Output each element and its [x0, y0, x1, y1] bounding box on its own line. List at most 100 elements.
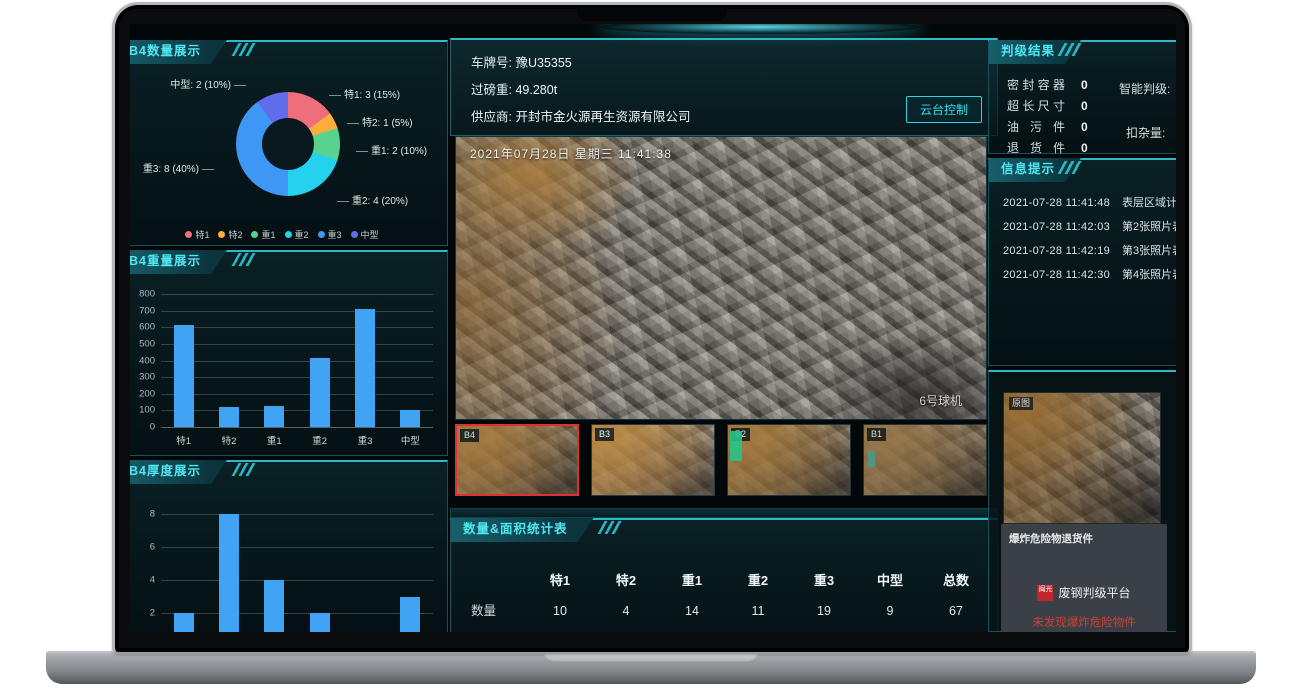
- gridline: [161, 410, 433, 411]
- donut-label-中型: 中型: 2 (10%): [170, 76, 246, 91]
- weigh-label: 过磅重:: [471, 83, 512, 97]
- legend-dot-icon: [285, 231, 292, 238]
- legend-dot-icon: [318, 231, 325, 238]
- stats-table-panel: 数量&面积统计表 特1特2重1重2重3中型总数数量104141119967面积—…: [450, 518, 998, 632]
- table-header-cell: 重2: [725, 566, 791, 596]
- laptop-base: [46, 651, 1256, 684]
- supplier-line: 供应商: 开封市金火源再生资源有限公司: [471, 106, 690, 125]
- thumbnail-label: B4: [460, 429, 479, 442]
- legend-item-重1[interactable]: 重1: [251, 228, 275, 241]
- smart-grade-label: 智能判级:: [1119, 80, 1170, 97]
- legend-dot-icon: [351, 231, 358, 238]
- laptop-camera-notch: [577, 8, 727, 21]
- legend-item-特1[interactable]: 特1: [185, 228, 209, 241]
- y-axis-tick-label: 500: [130, 338, 155, 349]
- y-axis-tick-label: 300: [130, 372, 155, 383]
- grading-row-退货件: 退货件0: [1007, 139, 1088, 156]
- donut-label-特2: 特2: 1 (5%): [347, 114, 413, 129]
- table-cell: ——: [527, 626, 593, 632]
- y-axis-tick-label: 400: [130, 355, 155, 366]
- log-timestamp: 2021-07-28 11:41:48: [1003, 197, 1110, 209]
- log-line: 2021-07-28 11:42:03第2张照片表层开始: [1003, 218, 1176, 234]
- table-cell: ——: [923, 626, 989, 632]
- weigh-value: 49.280t: [515, 83, 557, 97]
- impurity-deduction-label: 扣杂量:: [1126, 124, 1165, 141]
- legend-label: 重3: [328, 228, 342, 241]
- legend-item-特2[interactable]: 特2: [218, 228, 242, 241]
- log-message: 第3张照片表层开始: [1122, 245, 1176, 257]
- camera-name-overlay: 6号球机: [919, 392, 962, 409]
- message-log-list: 2021-07-28 11:41:48表层区域计算成功2021-07-28 11…: [1003, 194, 1176, 282]
- gridline: [161, 327, 433, 328]
- y-axis-tick-label: 700: [130, 305, 155, 316]
- vehicle-info-panel: 车牌号: 豫U35355 过磅重: 49.280t 供应商: 开封市金火源再生资…: [450, 38, 998, 136]
- grading-row-油污件: 油污件0: [1007, 118, 1088, 135]
- legend-dot-icon: [185, 231, 192, 238]
- table-cell: ——: [791, 626, 857, 632]
- table-row-label: 数量: [463, 596, 527, 626]
- x-axis-category-label: 特1: [176, 433, 191, 447]
- thickness-bar-chart: 2468: [130, 462, 447, 632]
- y-axis-tick-label: 600: [130, 322, 155, 333]
- legend-item-重3[interactable]: 重3: [318, 228, 342, 241]
- table-cell: ——: [857, 626, 923, 632]
- section-divider: [450, 508, 998, 518]
- x-axis-category-label: 重1: [267, 433, 282, 447]
- thumbnail-marker: [868, 451, 875, 467]
- log-line: 2021-07-28 11:41:48表层区域计算成功: [1003, 194, 1176, 210]
- brand-platform-name: 废钢判级平台: [1058, 584, 1130, 601]
- table-cell: ——: [659, 626, 725, 632]
- weight-bar-chart: 0100200300400500600700800特1特2重1重2重3中型: [130, 252, 447, 455]
- log-message: 第2张照片表层开始: [1122, 221, 1176, 233]
- stats-table: 特1特2重1重2重3中型总数数量104141119967面积——————————…: [463, 566, 989, 632]
- bar-重1: [264, 406, 284, 427]
- grading-results-panel: 判级结果 密封容器0超长尺寸0油污件0退货件0 智能判级: 扣杂量:: [988, 40, 1176, 154]
- gridline: [161, 361, 433, 362]
- brand-logo-icon: 闽光: [1037, 585, 1053, 601]
- bar-特1: [174, 325, 194, 427]
- table-cell: 14: [659, 596, 725, 626]
- supplier-label: 供应商:: [471, 110, 512, 124]
- thumbnail-marker: [730, 431, 742, 461]
- y-axis-tick-label: 800: [130, 289, 155, 300]
- grading-value: 0: [1081, 120, 1088, 134]
- donut-label-重2: 重2: 4 (20%): [337, 192, 408, 207]
- legend-label: 重1: [261, 228, 275, 241]
- legend-dot-icon: [218, 231, 225, 238]
- table-header-cell: 重1: [659, 566, 725, 596]
- log-timestamp: 2021-07-28 11:42:30: [1003, 269, 1110, 281]
- log-message: 第4张照片表层开始: [1122, 269, 1176, 281]
- panel-header-decoration-icon: [598, 521, 625, 534]
- ptz-control-button[interactable]: 云台控制: [906, 96, 982, 123]
- thumbnail-B2[interactable]: B2: [727, 424, 851, 496]
- thumbnail-B3[interactable]: B3: [591, 424, 715, 496]
- legend-label: 重2: [295, 228, 309, 241]
- danger-check-header: 爆炸危险物退货件: [1009, 531, 1093, 546]
- legend-item-中型[interactable]: 中型: [351, 228, 379, 241]
- danger-check-box: 爆炸危险物退货件 闽光 废钢判级平台 未发现爆炸危险物件: [1001, 524, 1167, 632]
- x-axis-category-label: 重2: [312, 433, 327, 447]
- bar-重2: [310, 358, 330, 427]
- table-header-cell: [463, 566, 527, 596]
- table-row-label: 面积: [463, 626, 527, 632]
- donut-legend: 特1 特2 重1 重2 重3 中型: [130, 228, 447, 241]
- log-line: 2021-07-28 11:42:30 第4张照片表层开始: [1003, 266, 1176, 282]
- donut-hole: [262, 118, 314, 170]
- weight-panel: B4重量展示 0100200300400500600700800特1特2重1重2…: [130, 250, 448, 456]
- table-header-cell: 中型: [857, 566, 923, 596]
- legend-label: 特1: [195, 228, 209, 241]
- table-cell: 11: [725, 596, 791, 626]
- table-cell: 10: [527, 596, 593, 626]
- thumbnail-B1[interactable]: B1: [863, 424, 987, 496]
- review-panel: 原图 爆炸危险物退货件 闽光 废钢判级平台 未发现爆炸危险物件: [988, 370, 1176, 632]
- legend-label: 特2: [228, 228, 242, 241]
- y-axis-tick-label: 2: [130, 608, 155, 619]
- legend-item-重2[interactable]: 重2: [285, 228, 309, 241]
- log-timestamp: 2021-07-28 11:42:19: [1003, 245, 1110, 257]
- table-header-cell: 特1: [527, 566, 593, 596]
- thumbnail-B4[interactable]: B4: [455, 424, 579, 496]
- legend-dot-icon: [251, 231, 258, 238]
- table-cell: 9: [857, 596, 923, 626]
- y-axis-tick-label: 8: [130, 509, 155, 520]
- weigh-line: 过磅重: 49.280t: [471, 79, 557, 98]
